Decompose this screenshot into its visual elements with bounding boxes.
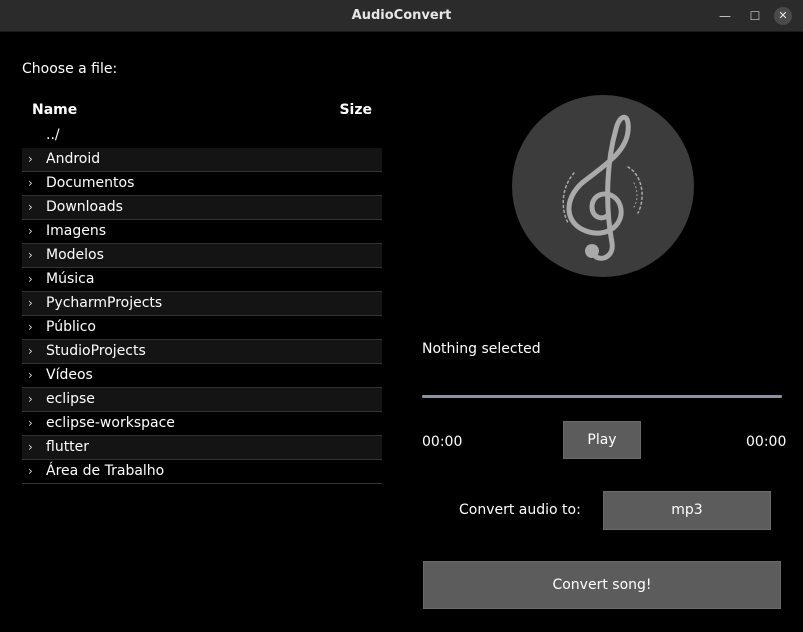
file-name: ../ bbox=[46, 127, 60, 143]
column-header-size[interactable]: Size bbox=[339, 102, 372, 118]
chevron-right-icon[interactable]: › bbox=[28, 244, 38, 267]
chevron-right-icon[interactable]: › bbox=[28, 364, 38, 387]
chevron-right-icon[interactable]: › bbox=[28, 460, 38, 483]
folder-item[interactable]: › Vídeos bbox=[22, 364, 382, 388]
folder-name: Android bbox=[46, 151, 101, 167]
folder-name: Área de Trabalho bbox=[46, 463, 165, 479]
play-button[interactable]: Play bbox=[563, 421, 641, 459]
folder-name: eclipse-workspace bbox=[46, 415, 175, 431]
chevron-right-icon[interactable]: › bbox=[28, 172, 38, 195]
folder-name: PycharmProjects bbox=[46, 295, 163, 311]
format-select[interactable]: mp3 bbox=[603, 491, 771, 530]
folder-item[interactable]: › Documentos bbox=[22, 172, 382, 196]
chevron-right-icon[interactable]: › bbox=[28, 316, 38, 339]
maximize-icon[interactable]: ☐ bbox=[746, 7, 764, 25]
convert-format-label: Convert audio to: bbox=[459, 502, 581, 518]
choose-file-label: Choose a file: bbox=[22, 61, 118, 77]
folder-item[interactable]: › Música bbox=[22, 268, 382, 292]
folder-item[interactable]: › Modelos bbox=[22, 244, 382, 268]
chevron-right-icon[interactable]: › bbox=[28, 388, 38, 411]
file-list[interactable]: ../ › Android › Documentos › Downloads › Imagens… bbox=[22, 124, 382, 484]
chevron-right-icon[interactable]: › bbox=[28, 340, 38, 363]
chevron-right-icon[interactable]: › bbox=[28, 268, 38, 291]
folder-name: Música bbox=[46, 271, 95, 287]
chevron-right-icon[interactable]: › bbox=[28, 412, 38, 435]
current-time: 00:00 bbox=[422, 434, 463, 450]
chevron-right-icon[interactable]: › bbox=[28, 436, 38, 459]
chevron-right-icon[interactable]: › bbox=[28, 196, 38, 219]
folder-name: Público bbox=[46, 319, 96, 335]
selected-file-label: Nothing selected bbox=[422, 341, 541, 357]
chevron-right-icon[interactable]: › bbox=[28, 220, 38, 243]
chevron-right-icon[interactable]: › bbox=[28, 148, 38, 171]
folder-name: flutter bbox=[46, 439, 90, 455]
parent-directory-item[interactable]: ../ bbox=[22, 124, 382, 148]
folder-item[interactable]: › Android bbox=[22, 148, 382, 172]
folder-item[interactable]: › StudioProjects bbox=[22, 340, 382, 364]
app-window: AudioConvert — ☐ ✕ Choose a file: Name S… bbox=[0, 0, 803, 632]
convert-button[interactable]: Convert song! bbox=[423, 561, 781, 609]
folder-name: Imagens bbox=[46, 223, 107, 239]
folder-name: Downloads bbox=[46, 199, 123, 215]
folder-item[interactable]: › PycharmProjects bbox=[22, 292, 382, 316]
folder-name: StudioProjects bbox=[46, 343, 146, 359]
chevron-right-icon[interactable]: › bbox=[28, 292, 38, 315]
folder-item[interactable]: › eclipse-workspace bbox=[22, 412, 382, 436]
file-list-header: Name Size bbox=[22, 102, 382, 122]
window-title: AudioConvert bbox=[351, 8, 452, 23]
playback-progress-bar[interactable] bbox=[422, 395, 782, 398]
total-time: 00:00 bbox=[746, 434, 787, 450]
folder-name: Modelos bbox=[46, 247, 104, 263]
folder-name: eclipse bbox=[46, 391, 95, 407]
folder-item[interactable]: › flutter bbox=[22, 436, 382, 460]
folder-item[interactable]: › Público bbox=[22, 316, 382, 340]
folder-name: Documentos bbox=[46, 175, 135, 191]
album-art bbox=[512, 95, 694, 277]
folder-item[interactable]: › Área de Trabalho bbox=[22, 460, 382, 484]
column-header-name[interactable]: Name bbox=[32, 102, 77, 118]
title-bar[interactable]: AudioConvert — ☐ ✕ bbox=[0, 0, 803, 32]
close-icon[interactable]: ✕ bbox=[774, 7, 792, 25]
folder-item[interactable]: › Imagens bbox=[22, 220, 382, 244]
minimize-icon[interactable]: — bbox=[716, 7, 734, 25]
folder-item[interactable]: › Downloads bbox=[22, 196, 382, 220]
folder-name: Vídeos bbox=[46, 367, 93, 383]
folder-item[interactable]: › eclipse bbox=[22, 388, 382, 412]
treble-clef-icon bbox=[562, 114, 643, 261]
